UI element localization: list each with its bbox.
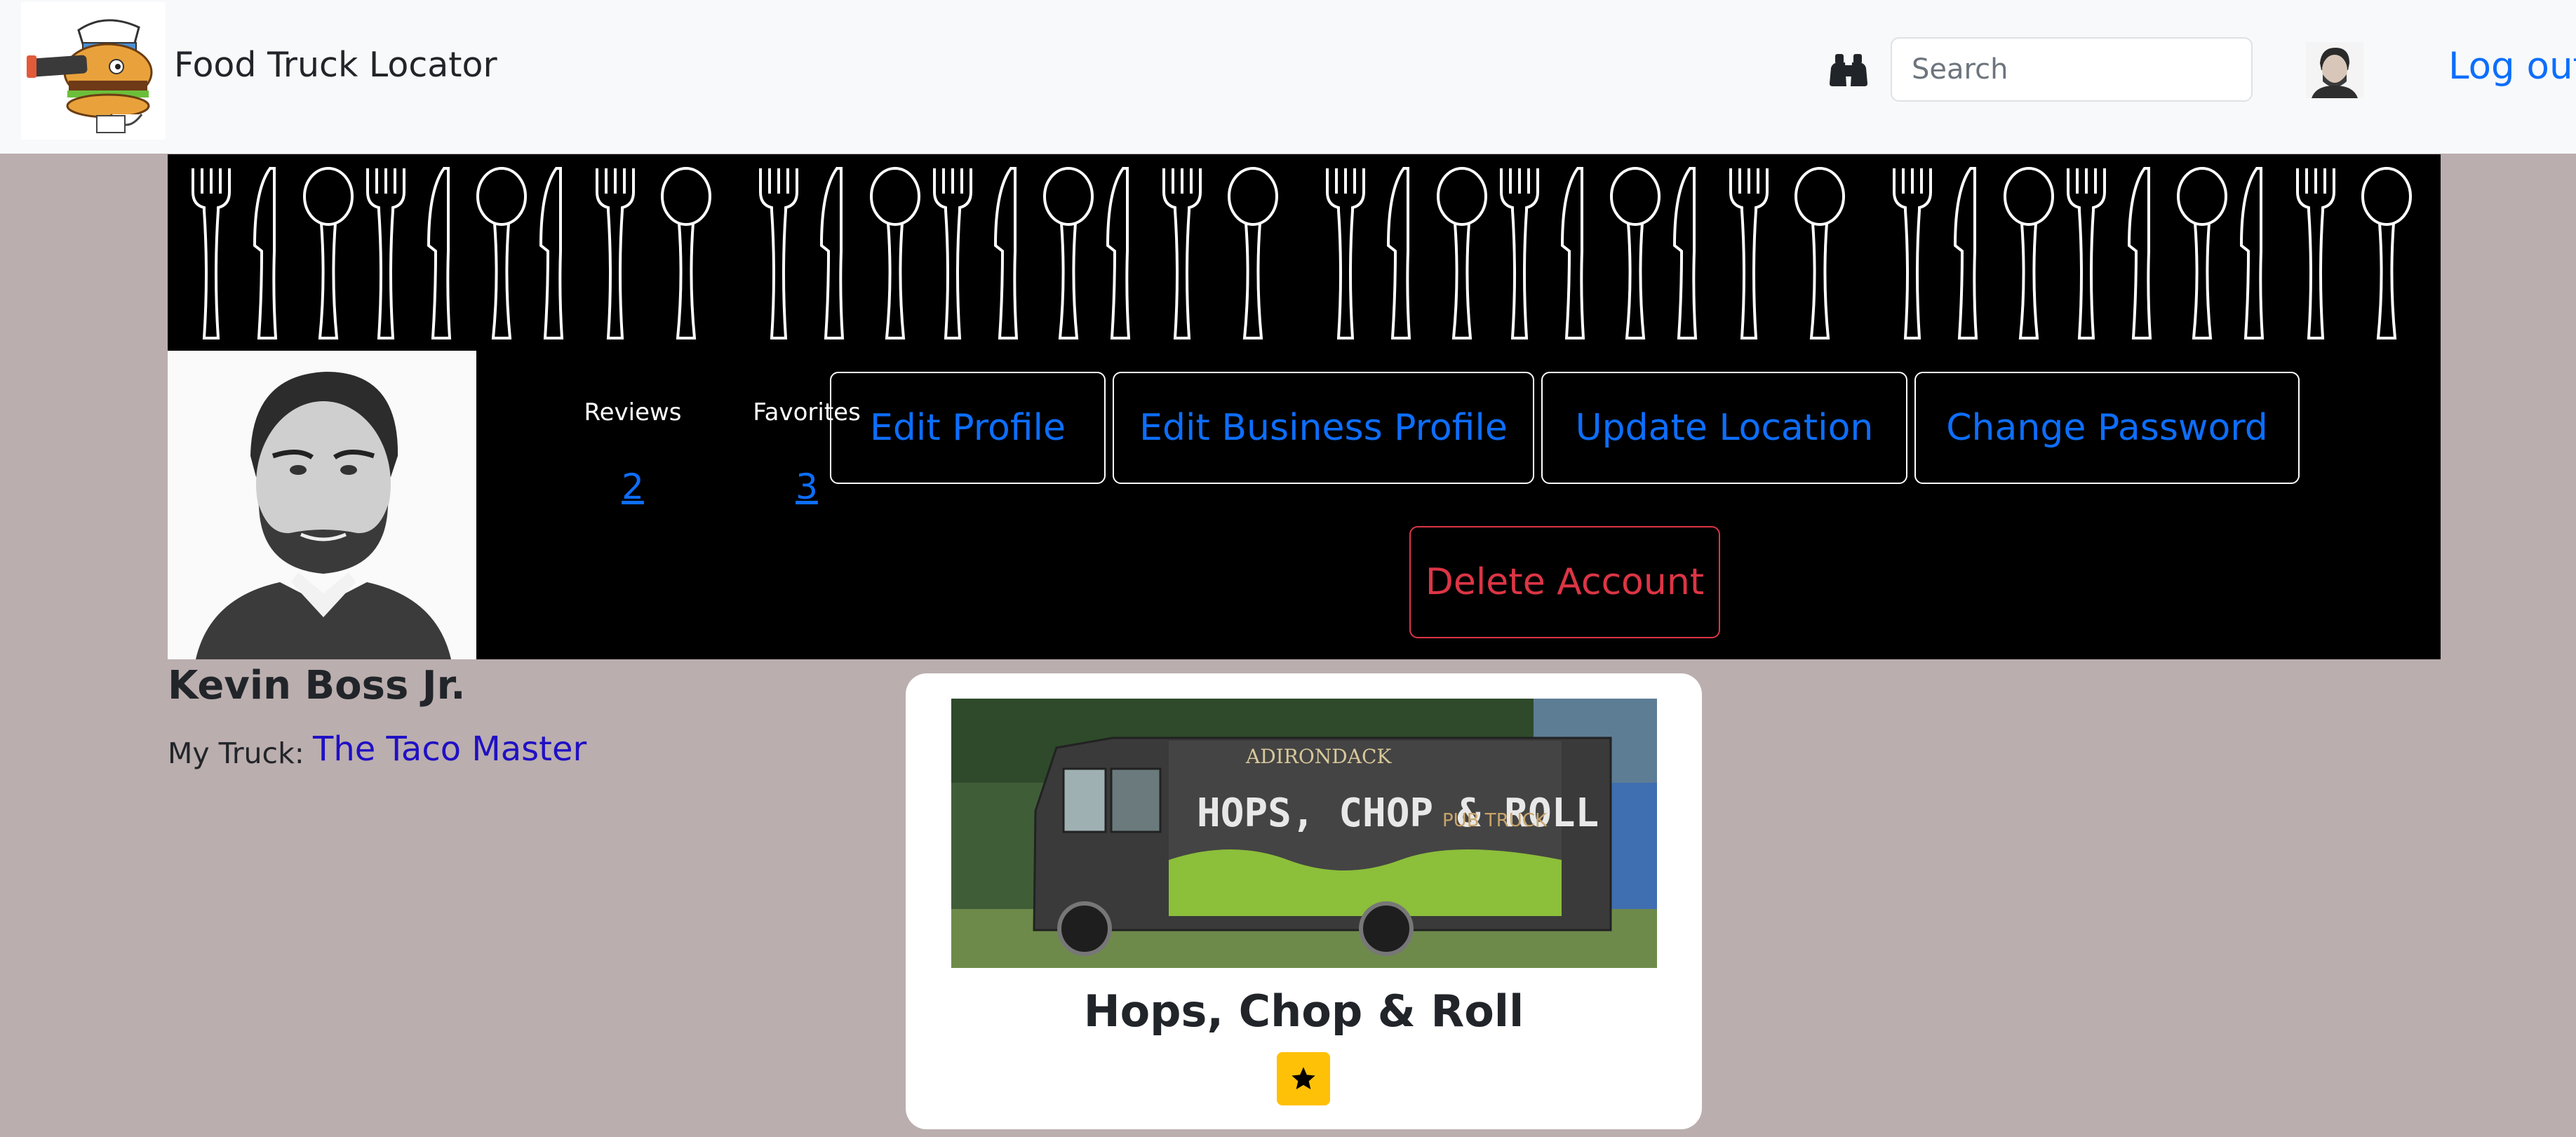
truck-photo-subline: PUB TRUCK [1442,810,1548,831]
delete-account-button[interactable]: Delete Account [1409,526,1720,638]
profile-header: Reviews 2 Favorites 3 Edit Profile Edit … [168,154,2441,659]
brand-name[interactable]: Food Truck Locator [174,45,497,85]
stat-label-reviews: Reviews [584,398,682,426]
change-password-button[interactable]: Change Password [1914,372,2300,484]
my-truck-label: My Truck: [168,736,304,770]
cutlery-pattern [192,167,2412,339]
edit-business-profile-button[interactable]: Edit Business Profile [1113,372,1534,484]
navbar: Food Truck Locator Log out [0,0,2576,154]
logout-link[interactable]: Log out [2448,45,2576,88]
profile-photo [168,351,476,659]
search-input[interactable] [1891,37,2253,102]
brand-logo[interactable] [21,2,166,140]
burger-sailor-logo-icon [21,2,166,140]
edit-profile-button[interactable]: Edit Profile [830,372,1106,484]
stat-value-reviews[interactable]: 2 [563,466,703,507]
user-avatar[interactable] [2306,42,2363,98]
truck-photo-brand: ADIRONDACK [1245,745,1392,768]
my-truck-link[interactable]: The Taco Master [313,729,586,769]
star-icon [1292,1067,1315,1089]
truck-photo[interactable]: ADIRONDACK HOPS, CHOP & ROLL PUB TRUCK [951,699,1657,968]
favorite-truck-card[interactable]: ADIRONDACK HOPS, CHOP & ROLL PUB TRUCK H… [906,673,1702,1129]
favorite-star-button[interactable] [1277,1052,1330,1105]
card-title: Hops, Chop & Roll [1083,985,1524,1037]
update-location-button[interactable]: Update Location [1541,372,1907,484]
binoculars-icon [1828,53,1869,89]
user-name: Kevin Boss Jr. [168,663,466,708]
